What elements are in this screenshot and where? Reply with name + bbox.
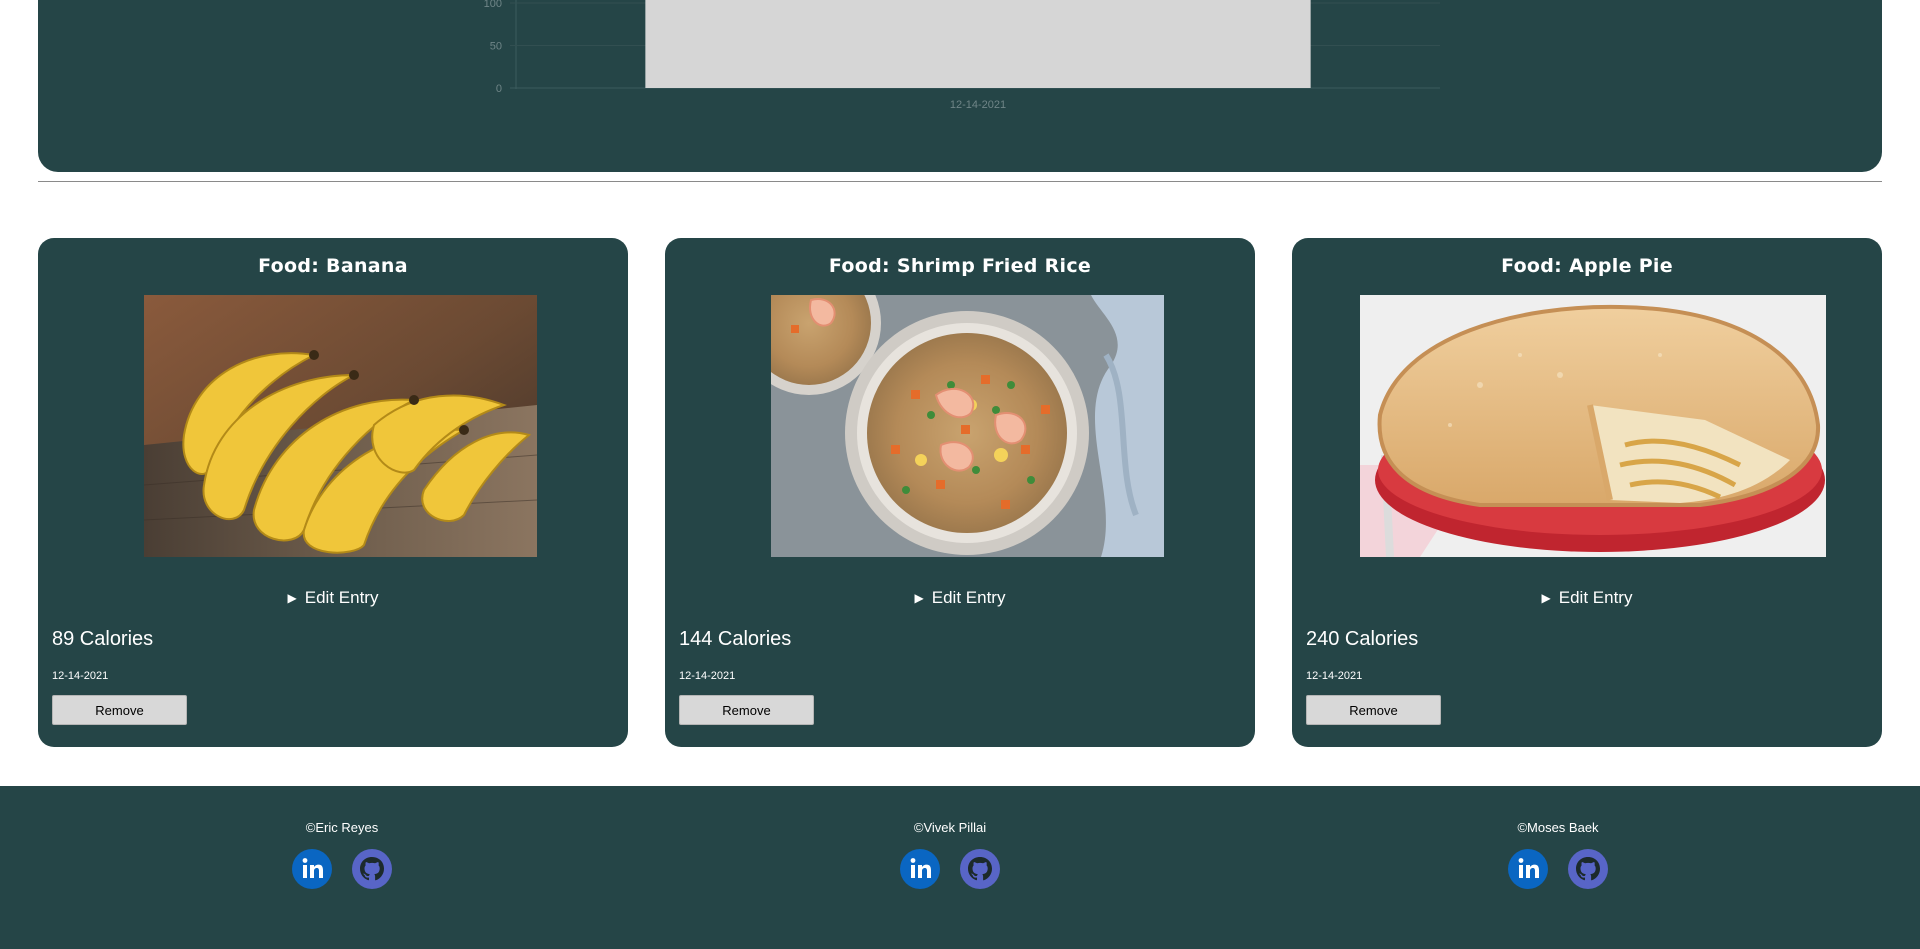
calories-value: 240 Calories (1306, 628, 1419, 650)
social-links (232, 849, 452, 889)
remove-button[interactable]: Remove (679, 695, 814, 725)
author-name: ©Moses Baek (1517, 820, 1599, 835)
y-tick-label: 100 (484, 0, 502, 10)
apple-pie-image (1360, 295, 1826, 557)
author-vivek-pillai: ©Vivek Pillai (840, 820, 1060, 889)
food-card-shrimp-fried-rice: Food: Shrimp Fried Rice ▶ Edit Entry 144… (665, 238, 1255, 747)
edit-entry-toggle[interactable]: ▶ Edit Entry (665, 588, 1255, 608)
section-divider (38, 181, 1882, 182)
edit-entry-label: Edit Entry (931, 588, 1006, 607)
social-links (1448, 849, 1668, 889)
github-icon[interactable] (352, 849, 392, 889)
disclosure-triangle-icon: ▶ (914, 591, 924, 605)
banana-image (144, 295, 537, 557)
chart-bar (645, 0, 1311, 88)
author-moses-baek: ©Moses Baek (1448, 820, 1668, 889)
x-tick-label: 12-14-2021 (950, 99, 1006, 111)
y-tick-label: 0 (496, 83, 502, 95)
author-name: ©Vivek Pillai (913, 820, 987, 835)
food-card-title: Food: Apple Pie (1501, 255, 1673, 277)
social-links (840, 849, 1060, 889)
food-card-apple-pie: Food: Apple Pie ▶ Edit Entry 240 Calories (1292, 238, 1882, 747)
linkedin-icon[interactable] (292, 849, 332, 889)
linkedin-icon[interactable] (1508, 849, 1548, 889)
edit-entry-toggle[interactable]: ▶ Edit Entry (1292, 588, 1882, 608)
entry-date: 12-14-2021 (52, 670, 109, 682)
entry-date: 12-14-2021 (679, 670, 736, 682)
github-icon[interactable] (1568, 849, 1608, 889)
food-card-title: Food: Banana (258, 255, 408, 277)
remove-button[interactable]: Remove (1306, 695, 1441, 725)
entry-date: 12-14-2021 (1306, 670, 1363, 682)
edit-entry-label: Edit Entry (1558, 588, 1633, 607)
disclosure-triangle-icon: ▶ (287, 591, 297, 605)
site-footer: ©Eric Reyes ©Vivek Pillai ©Moses Baek (0, 786, 1920, 949)
calorie-chart-panel: 0 50 100 12-14-2021 (38, 0, 1882, 172)
y-tick-label: 50 (490, 41, 502, 53)
calorie-bar-chart: 0 50 100 12-14-2021 (484, 0, 1440, 111)
remove-button[interactable]: Remove (52, 695, 187, 725)
food-card-title: Food: Shrimp Fried Rice (828, 255, 1092, 277)
shrimp-fried-rice-image (771, 295, 1164, 557)
author-name: ©Eric Reyes (305, 820, 379, 835)
edit-entry-toggle[interactable]: ▶ Edit Entry (38, 588, 628, 608)
calories-value: 89 Calories (52, 628, 154, 650)
linkedin-icon[interactable] (900, 849, 940, 889)
calories-value: 144 Calories (679, 628, 792, 650)
food-card-banana: Food: Banana ▶ Edit Entry 89 Calories 12… (38, 238, 628, 747)
github-icon[interactable] (960, 849, 1000, 889)
disclosure-triangle-icon: ▶ (1541, 591, 1551, 605)
author-eric-reyes: ©Eric Reyes (232, 820, 452, 889)
edit-entry-label: Edit Entry (304, 588, 379, 607)
